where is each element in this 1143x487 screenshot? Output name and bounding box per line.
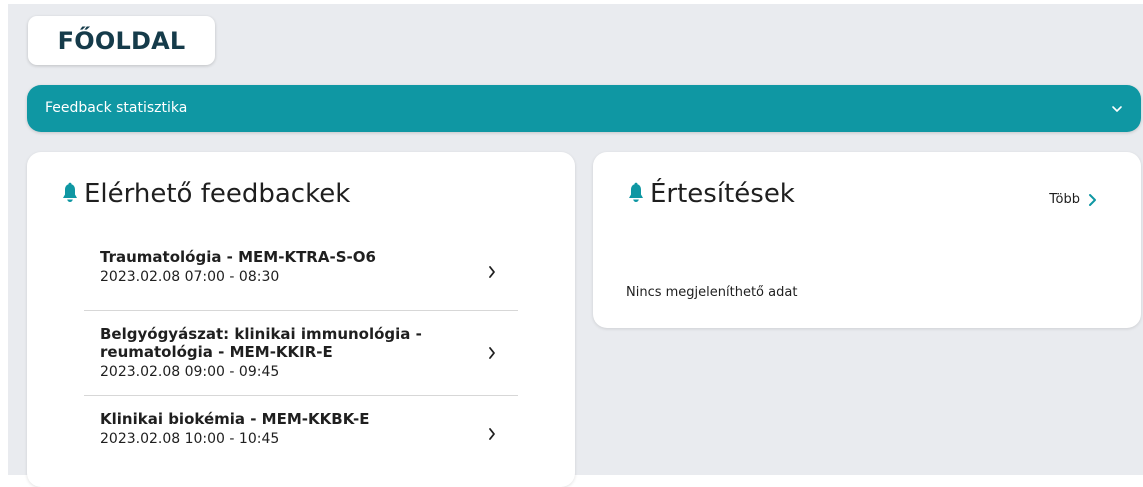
feedback-list-item[interactable]: Klinikai biokémia - MEM-KKBK-E 2023.02.0… — [84, 396, 518, 472]
chevron-right-icon[interactable] — [488, 346, 496, 360]
available-feedbacks-header: Elérhető feedbackek — [60, 179, 350, 209]
notifications-card: Értesítések Több Nincs megjeleníthető ad… — [593, 152, 1141, 328]
feedback-statistics-label: Feedback statisztika — [45, 100, 188, 116]
bell-icon — [629, 182, 643, 202]
more-link-label: Több — [1049, 192, 1080, 207]
notifications-empty-text: Nincs megjeleníthető adat — [626, 285, 798, 300]
feedback-list: Traumatológia - MEM-KTRA-S-O6 2023.02.08… — [84, 234, 518, 472]
more-link[interactable]: Több — [1049, 192, 1097, 207]
available-feedbacks-title: Elérhető feedbackek — [84, 179, 351, 209]
feedback-item-time: 2023.02.08 09:00 - 09:45 — [100, 364, 280, 380]
page-title-card: FŐOLDAL — [28, 16, 215, 65]
chevron-down-icon[interactable] — [1111, 100, 1123, 118]
feedback-item-title: Traumatológia - MEM-KTRA-S-O6 — [100, 248, 376, 266]
bell-icon — [63, 182, 77, 202]
notifications-header: Értesítések — [626, 179, 795, 209]
feedback-item-title: Klinikai biokémia - MEM-KKBK-E — [100, 410, 370, 428]
chevron-right-icon[interactable] — [488, 427, 496, 441]
feedback-item-time: 2023.02.08 07:00 - 08:30 — [100, 269, 280, 285]
feedback-list-item[interactable]: Belgyógyászat: klinikai immunológia - re… — [84, 311, 518, 396]
feedback-statistics-accordion[interactable]: Feedback statisztika — [27, 85, 1141, 132]
page-title: FŐOLDAL — [57, 26, 186, 55]
feedback-item-title: Belgyógyászat: klinikai immunológia - re… — [100, 325, 422, 361]
available-feedbacks-card: Elérhető feedbackek Traumatológia - MEM-… — [27, 152, 575, 487]
feedback-item-time: 2023.02.08 10:00 - 10:45 — [100, 431, 280, 447]
feedback-list-item[interactable]: Traumatológia - MEM-KTRA-S-O6 2023.02.08… — [84, 234, 518, 311]
chevron-right-icon[interactable] — [488, 265, 496, 279]
notifications-title: Értesítések — [650, 179, 795, 209]
chevron-right-icon[interactable] — [1088, 193, 1097, 207]
page-background: FŐOLDAL Feedback statisztika Elérhető fe… — [8, 4, 1143, 487]
